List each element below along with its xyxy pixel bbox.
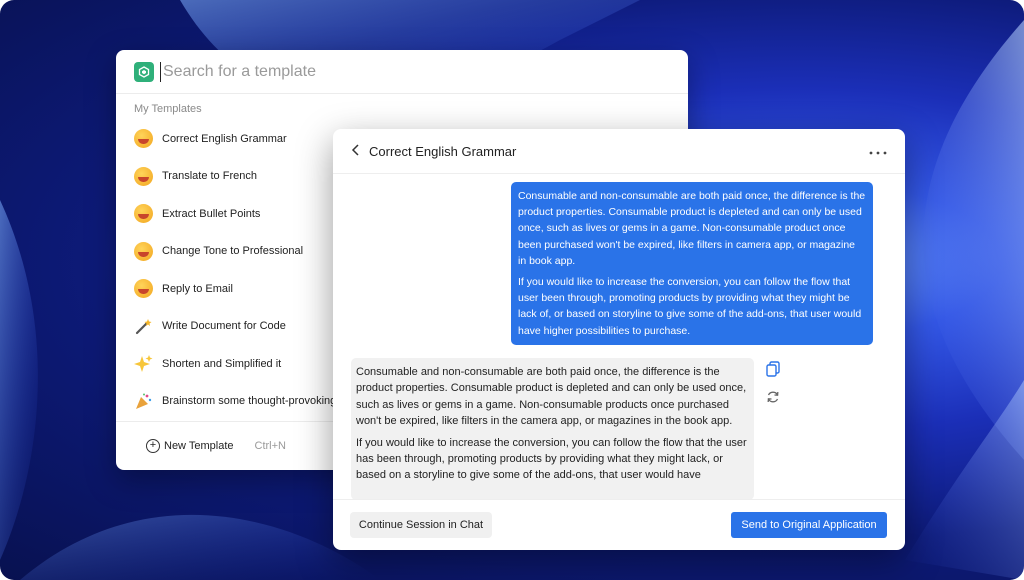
shortcut-hint: Ctrl+N — [254, 440, 286, 452]
copy-icon[interactable] — [764, 359, 782, 379]
chat-window: Correct English Grammar Consumable and n… — [333, 129, 905, 550]
kissing-face-icon — [134, 279, 153, 299]
magic-wand-icon — [134, 317, 153, 336]
template-item-label: Shorten and Simplified it — [162, 357, 282, 370]
chat-footer: Continue Session in Chat Send to Origina… — [333, 499, 905, 550]
heart-eyes-face-icon — [134, 166, 153, 186]
assistant-message-paragraph: Consumable and non-consumable are both p… — [356, 366, 747, 428]
more-options-icon[interactable] — [869, 142, 887, 160]
template-item-label: Translate to French — [162, 170, 257, 183]
zany-face-icon — [134, 204, 153, 224]
assistant-message-bubble: Consumable and non-consumable are both p… — [351, 358, 754, 500]
send-to-application-button[interactable]: Send to Original Application — [731, 512, 887, 538]
chat-header: Correct English Grammar — [333, 129, 905, 174]
template-search-input[interactable] — [160, 61, 645, 82]
message-actions — [764, 359, 782, 407]
assistant-message-paragraph: If you would like to increase the conver… — [356, 436, 747, 482]
section-label: My Templates — [134, 103, 202, 115]
new-template-button[interactable]: + New Template — [146, 439, 234, 453]
regenerate-icon[interactable] — [764, 387, 782, 407]
template-item-label: Correct English Grammar — [162, 132, 287, 145]
plus-circle-icon: + — [146, 439, 160, 453]
template-item-label: Extract Bullet Points — [162, 207, 261, 220]
user-message-bubble: Consumable and non-consumable are both p… — [511, 182, 873, 345]
search-bar — [116, 50, 688, 94]
user-message-paragraph: If you would like to increase the conver… — [518, 276, 862, 337]
app-logo-icon — [134, 61, 154, 82]
party-popper-icon — [134, 392, 153, 411]
chat-title: Correct English Grammar — [369, 143, 517, 159]
sparkles-icon — [134, 354, 153, 373]
grimacing-face-icon — [134, 241, 153, 261]
continue-session-button[interactable]: Continue Session in Chat — [350, 512, 492, 538]
grinning-face-icon — [134, 129, 153, 149]
back-icon[interactable] — [351, 143, 361, 159]
user-message-paragraph: Consumable and non-consumable are both p… — [518, 190, 866, 267]
template-item-label: Change Tone to Professional — [162, 245, 304, 258]
desktop: My Templates Correct English Grammar Tra… — [0, 0, 1024, 580]
new-template-label: New Template — [164, 440, 234, 452]
template-item-label: Reply to Email — [162, 282, 233, 295]
template-item-label: Brainstorm some thought-provoking — [162, 395, 337, 408]
template-item-label: Write Document for Code — [162, 320, 286, 333]
